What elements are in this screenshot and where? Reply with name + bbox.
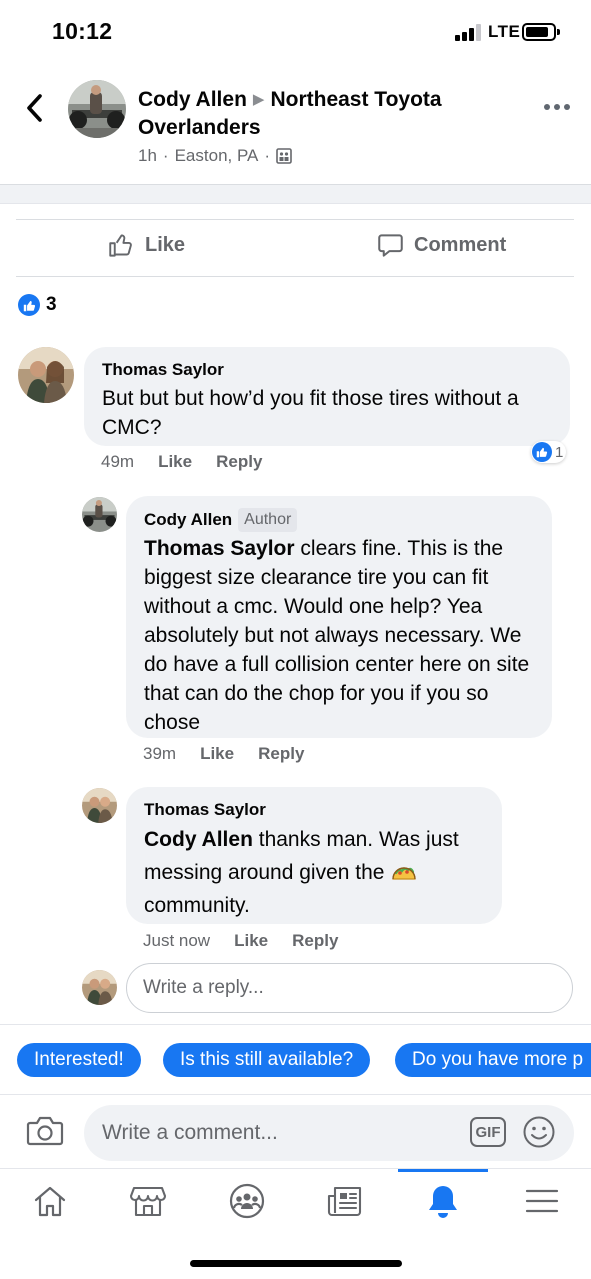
camera-button[interactable] [26,1114,64,1148]
like-label: Like [145,234,186,256]
like-reaction-icon [18,294,40,316]
author-avatar[interactable] [68,80,126,138]
status-time: 10:12 [52,18,113,44]
reply-time: Just now [143,931,211,950]
like-button[interactable]: Like [108,232,185,259]
replier-avatar[interactable] [82,497,117,532]
post-title: Cody Allen ▶ Northeast Toyota Overlanders [138,86,498,142]
reply-body: clears fine. This is the biggest size cl… [144,537,530,734]
reply-bubble[interactable]: Cody Allen Author Thomas Saylor clears fi… [126,496,552,738]
tab-groups[interactable] [222,1179,272,1223]
quick-reply-chip[interactable]: Interested! [17,1043,141,1077]
comment-button[interactable]: Comment [377,232,506,259]
reply-reply-button[interactable]: Reply [258,744,304,764]
emoji-button[interactable] [522,1115,556,1149]
reply-body-end: community. [144,894,250,917]
comment-bubble[interactable]: Thomas Saylor But but but how’d you fit … [84,347,570,446]
quick-replies: Interested! Is this still available? Do … [0,1024,591,1094]
reply-text: Thomas Saylor clears fine. This is the b… [144,534,534,737]
tab-bar [0,1168,591,1238]
comment-meta: 49m Like Reply [101,452,286,472]
commenter-avatar[interactable] [18,347,74,403]
mention-link[interactable]: Cody Allen [144,828,253,851]
thumbs-up-icon [109,234,132,257]
author-badge: Author [238,508,298,532]
reply-like-button[interactable]: Like [200,744,234,764]
current-user-avatar [82,970,117,1005]
divider [16,276,574,277]
taco-emoji-icon [392,867,417,880]
reply-bubble[interactable]: Thomas Saylor Cody Allen thanks man. Was… [126,787,502,924]
meta-separator: · [264,146,271,165]
comment-text: But but but how’d you fit those tires wi… [102,387,519,439]
group-privacy-icon [276,148,292,164]
reaction-count: 1 [555,443,564,461]
divider [16,219,574,220]
mention-link[interactable]: Thomas Saylor [144,537,295,560]
home-indicator [190,1260,402,1267]
comment-icon [378,234,403,257]
reply-author[interactable]: Thomas Saylor [144,799,484,821]
reaction-summary[interactable]: 3 [18,294,57,316]
network-label: LTE [488,22,521,41]
status-bar: 10:12 LTE [0,0,591,66]
quick-reply-chip[interactable]: Is this still available? [163,1043,371,1077]
smiley-icon [523,1116,555,1148]
battery-icon [522,23,560,41]
bell-icon [429,1186,457,1218]
comment-composer: Write a comment... GIF [0,1094,591,1168]
comment-author[interactable]: Thomas Saylor [102,359,552,381]
reply-input[interactable]: Write a reply... [126,963,573,1013]
comment-reaction-count[interactable]: 1 [531,441,567,463]
gif-button[interactable]: GIF [470,1117,506,1147]
tab-news[interactable] [320,1179,370,1223]
menu-icon [525,1189,559,1213]
tab-marketplace[interactable] [123,1179,173,1223]
marketplace-icon [129,1186,167,1217]
groups-icon [229,1183,265,1219]
post-meta: 1h · Easton, PA · [138,146,292,166]
chevron-left-icon [27,94,42,122]
camera-icon [26,1116,64,1146]
comment-label: Comment [414,234,507,256]
tab-home[interactable] [25,1179,75,1223]
reply-like-button[interactable]: Like [234,931,268,951]
comment-reply-button[interactable]: Reply [216,452,262,472]
reaction-count: 3 [46,294,57,315]
tab-menu[interactable] [517,1179,567,1223]
news-icon [327,1186,362,1217]
reply-time: 39m [143,744,177,763]
reply-meta: Just now Like Reply [143,931,362,951]
reply-reply-button[interactable]: Reply [292,931,338,951]
more-options-button[interactable] [540,100,574,114]
back-button[interactable] [18,88,54,128]
reply-author: Cody Allen Author [144,508,534,532]
comment-like-button[interactable]: Like [158,452,192,472]
reply-meta: 39m Like Reply [143,744,328,764]
like-reaction-icon [532,442,552,462]
tab-notifications[interactable] [418,1179,468,1223]
author-name-link[interactable]: Cody Allen [138,88,247,111]
caret-right-icon: ▶ [252,91,265,108]
home-icon [34,1186,66,1217]
post-time[interactable]: 1h [138,146,157,166]
active-tab-indicator [398,1169,488,1172]
reply-author-name[interactable]: Cody Allen [144,510,232,529]
reply-text: Cody Allen thanks man. Was just messing … [144,823,484,922]
meta-separator: · [162,146,169,165]
section-divider [0,184,591,204]
signal-icon [455,24,481,41]
comment-time: 49m [101,452,135,471]
replier-avatar[interactable] [82,788,117,823]
post-location[interactable]: Easton, PA [175,146,259,166]
quick-reply-chip[interactable]: Do you have more p [395,1043,591,1077]
